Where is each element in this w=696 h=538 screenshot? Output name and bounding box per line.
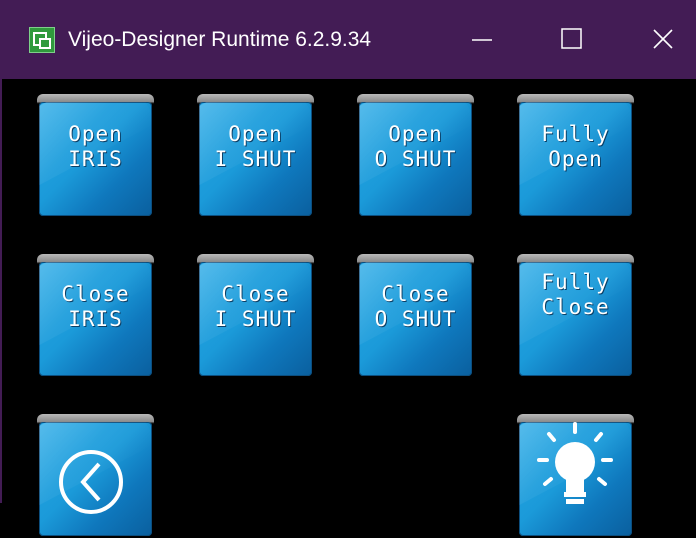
open-o-shut-button[interactable]: Open O SHUT [357, 94, 474, 218]
button-label-line2: IRIS [68, 147, 123, 171]
title-bar: Vijeo-Designer Runtime 6.2.9.34 [0, 0, 696, 79]
open-iris-button[interactable]: Open IRIS [37, 94, 154, 218]
light-button[interactable] [517, 414, 634, 538]
fully-close-button[interactable]: Fully Close [517, 254, 634, 378]
close-button[interactable] [632, 16, 688, 62]
back-arrow-icon [59, 450, 123, 514]
close-o-shut-button[interactable]: Close O SHUT [357, 254, 474, 378]
button-label-line2: Open [548, 147, 603, 171]
button-label-line1: Fully [541, 270, 610, 294]
button-label-line2: IRIS [68, 307, 123, 331]
button-label-line1: Close [61, 282, 130, 306]
back-button[interactable] [37, 414, 154, 538]
close-i-shut-button[interactable]: Close I SHUT [197, 254, 314, 378]
light-bulb-icon [537, 422, 613, 504]
button-label-line2: Close [541, 295, 610, 319]
button-label-line1: Open [388, 122, 443, 146]
window-title: Vijeo-Designer Runtime 6.2.9.34 [68, 28, 372, 51]
button-label-line2: I SHUT [214, 147, 297, 171]
maximize-button[interactable] [542, 16, 598, 62]
minimize-button[interactable] [458, 16, 514, 62]
window-border [0, 79, 2, 503]
app-icon [29, 27, 55, 53]
maximize-icon [561, 28, 582, 49]
button-label-line2: O SHUT [374, 307, 457, 331]
button-label-line1: Open [68, 122, 123, 146]
fully-open-button[interactable]: Fully Open [517, 94, 634, 218]
close-iris-button[interactable]: Close IRIS [37, 254, 154, 378]
button-label-line2: I SHUT [214, 307, 297, 331]
open-i-shut-button[interactable]: Open I SHUT [197, 94, 314, 218]
button-label-line1: Close [381, 282, 450, 306]
button-label-line1: Open [228, 122, 283, 146]
close-icon [653, 29, 673, 49]
button-label-line1: Close [221, 282, 290, 306]
button-label-line1: Fully [541, 122, 610, 146]
button-label-line2: O SHUT [374, 147, 457, 171]
